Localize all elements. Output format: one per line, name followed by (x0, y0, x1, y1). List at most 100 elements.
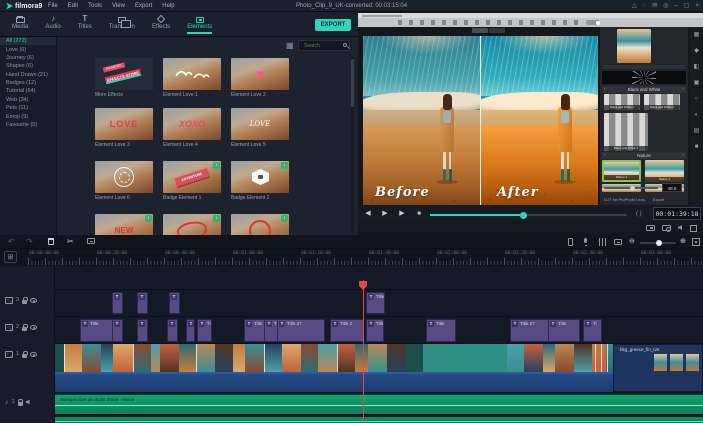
title-clip[interactable]: T Ti (583, 319, 602, 342)
category-all[interactable]: All (272) (0, 37, 56, 46)
notifications-icon[interactable]: △ (632, 0, 637, 12)
grid-view-icon[interactable]: ▦ (286, 42, 294, 50)
minimize-icon[interactable]: – (674, 0, 677, 12)
category-hand-drawn[interactable]: Hand Drawn (21) (0, 71, 56, 79)
download-icon[interactable]: ↓ (281, 162, 288, 169)
feedback-icon[interactable]: ✉ (652, 0, 657, 12)
timeline-ruler[interactable]: 00:00:00:00 00:00:20:00 00:00:40:00 00:01:0… (28, 250, 703, 266)
speaker-icon[interactable] (25, 399, 30, 405)
zoom-out-icon[interactable]: ⊖ (629, 237, 635, 247)
lock-icon[interactable] (17, 398, 24, 406)
element-card-badge-element-2[interactable]: ↓ (231, 161, 289, 193)
music-clip-2[interactable] (55, 417, 703, 423)
category-shapes[interactable]: Shapes (6) (0, 62, 56, 70)
lock-icon[interactable] (22, 323, 28, 331)
close-icon[interactable]: × (695, 0, 699, 12)
download-icon[interactable]: ↓ (213, 215, 220, 222)
voiceover-mic-icon[interactable] (584, 238, 587, 246)
mark-in-out-icon[interactable]: ( ) (636, 208, 642, 220)
tab-elements[interactable]: Elements (187, 14, 213, 34)
bw-preset-thumb[interactable]: Black and White 2 (644, 94, 680, 110)
snapshot-icon[interactable] (662, 225, 671, 232)
zoom-in-icon[interactable]: ⊕ (680, 237, 686, 247)
title-clip[interactable]: T Title (80, 319, 113, 342)
audio-mixer-icon[interactable] (599, 238, 606, 246)
element-card-element-love-1[interactable] (163, 58, 221, 90)
eye-icon[interactable] (30, 351, 38, 357)
next-frame-button[interactable]: ▶ (396, 208, 408, 220)
tab-transition[interactable]: Transition (109, 14, 135, 32)
marker-icon[interactable] (614, 239, 622, 245)
search-input[interactable] (302, 41, 340, 50)
tab-media[interactable]: Media (12, 14, 28, 32)
updates-icon[interactable]: ◎ (663, 0, 668, 12)
redo-icon[interactable]: ↷ (26, 237, 33, 247)
category-web[interactable]: Web (34) (0, 96, 56, 104)
bw-preset-thumb[interactable]: Black and White 1 (604, 94, 640, 110)
search-box[interactable] (298, 40, 350, 51)
stop-button[interactable]: ■ (413, 208, 425, 220)
category-pets[interactable]: Pets (11) (0, 104, 56, 112)
element-card-element-love-2[interactable]: ♥ (231, 58, 289, 90)
element-card-more-effects[interactable]: FILMORA EFFECTS STORE (95, 58, 153, 90)
manage-tracks-icon[interactable]: ⊞ (4, 251, 17, 263)
download-icon[interactable]: ↓ (145, 215, 152, 222)
lock-icon[interactable] (22, 350, 28, 358)
title-clip[interactable]: T Title 27 (277, 319, 325, 342)
download-icon[interactable]: ↓ (281, 215, 288, 222)
category-favourite[interactable]: Favourite (0) (0, 121, 56, 129)
title-clip[interactable]: T (112, 292, 123, 314)
main-video-clip[interactable]: Fast 3.30x visualImages_fin (55, 344, 613, 372)
grid-scrollbar[interactable] (351, 57, 354, 232)
maximize-icon[interactable]: ▢ (684, 0, 690, 12)
category-badges[interactable]: Badges (12) (0, 79, 56, 87)
title-clip[interactable]: T Title 2 (330, 319, 364, 342)
export-button[interactable]: EXPORT (315, 19, 351, 31)
seek-bar[interactable] (430, 211, 627, 219)
menu-help[interactable]: Help (162, 3, 174, 9)
zoom-fit-icon[interactable] (692, 238, 700, 246)
volume-icon[interactable] (678, 225, 682, 230)
title-clip[interactable]: T (167, 319, 178, 342)
undo-icon[interactable]: ↶ (8, 237, 15, 247)
nature-preset-thumb[interactable]: Nature 2 (645, 160, 684, 182)
category-love[interactable]: Love (6) (0, 45, 56, 53)
speed-clip[interactable] (423, 344, 507, 372)
title-clip[interactable]: T (112, 319, 123, 342)
title-clip[interactable]: T (137, 292, 148, 314)
title-clip[interactable]: T Title (366, 292, 385, 314)
title-clip[interactable]: T Title (426, 319, 456, 342)
element-card-element-love-6[interactable] (95, 161, 153, 193)
crop-icon[interactable] (87, 238, 95, 244)
element-card-element-love-4[interactable]: XOXO (163, 108, 221, 140)
tab-effects[interactable]: Effects (152, 14, 170, 32)
play-button[interactable]: ▶ (379, 208, 391, 220)
title-clip[interactable]: T Title 27 (510, 319, 550, 342)
title-clip[interactable]: T (186, 319, 195, 342)
tab-audio[interactable]: ♪ Audio (45, 14, 60, 32)
preview-video[interactable]: Before After ‹ Black and White › Black a… (358, 13, 703, 205)
category-journey[interactable]: Journey (6) (0, 54, 56, 62)
bkg-video-clip[interactable]: bkg_greece_fin_UK (613, 344, 703, 392)
category-emoji[interactable]: Emoji (9) (0, 112, 56, 120)
title-clip[interactable]: T (169, 292, 180, 314)
scrollbar-thumb[interactable] (351, 59, 354, 107)
title-clip[interactable]: T Title (548, 319, 580, 342)
playhead-line[interactable] (363, 280, 364, 423)
element-card-new-text[interactable]: NEW ↓ (95, 214, 153, 235)
nature-preset-thumb[interactable]: Nature 1 (602, 160, 641, 182)
seek-handle[interactable] (520, 211, 527, 219)
account-icon[interactable]: ◌ (643, 0, 647, 12)
download-icon[interactable]: ↓ (213, 162, 220, 169)
category-tutorial[interactable]: Tutorial (64) (0, 87, 56, 95)
music-clip[interactable]: Musique libre de droits Stoon - Home (55, 394, 703, 414)
delete-icon[interactable] (48, 238, 54, 245)
bw-preset-thumb[interactable]: Black and White 3 (604, 113, 648, 151)
title-clip[interactable]: T (137, 319, 148, 342)
fullscreen-icon[interactable] (690, 225, 697, 232)
element-card-new-circle[interactable]: ↓ (231, 214, 289, 235)
eye-icon[interactable] (30, 297, 38, 303)
element-card-element-love-5[interactable]: LOVE (231, 108, 289, 140)
element-card-new-scribble[interactable]: ↓ (163, 214, 221, 235)
split-scissors-icon[interactable]: ✂ (67, 237, 74, 247)
